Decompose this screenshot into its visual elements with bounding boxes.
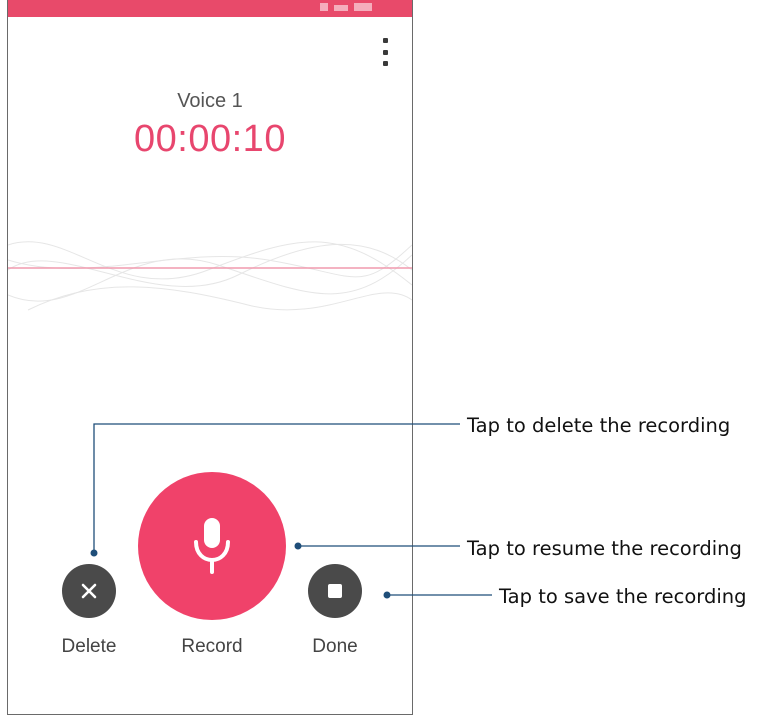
delete-label: Delete [61, 636, 117, 657]
delete-button[interactable] [62, 564, 116, 618]
done-button[interactable] [308, 564, 362, 618]
done-label: Done [312, 636, 358, 657]
callout-delete: Tap to delete the recording [467, 414, 731, 437]
microphone-icon [194, 518, 230, 574]
callout-save: Tap to save the recording [499, 585, 747, 608]
status-bar [8, 0, 412, 17]
record-button[interactable] [138, 472, 286, 620]
record-label: Record [181, 636, 243, 657]
recording-name: Voice 1 [177, 90, 243, 112]
more-options-icon[interactable] [380, 38, 390, 66]
close-icon [81, 583, 97, 599]
waveform-visualization [8, 241, 412, 311]
status-icons [320, 3, 372, 11]
recording-timer: 00:00:10 [134, 118, 286, 160]
phone-screen: Voice 1 00:00:10 Delete Record Done [7, 0, 413, 715]
stop-icon [328, 584, 342, 598]
callout-resume: Tap to resume the recording [467, 537, 742, 560]
